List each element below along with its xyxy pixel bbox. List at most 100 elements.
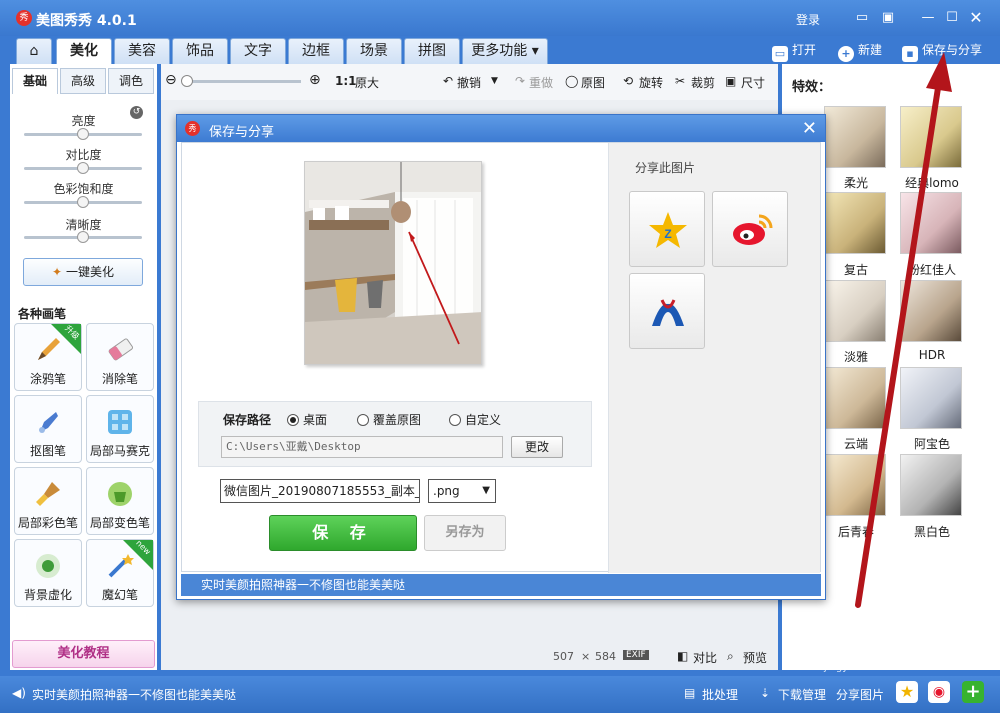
effect-thumb[interactable] — [900, 454, 962, 516]
effect-thumb[interactable] — [824, 106, 886, 168]
download-icon[interactable]: ⇣ — [760, 686, 770, 700]
cutout-brush-button[interactable]: 抠图笔 — [14, 395, 82, 463]
format-select[interactable]: .png ▼ — [428, 479, 496, 503]
effect-thumb[interactable] — [824, 454, 886, 516]
undo-dropdown-icon[interactable]: ▼ — [491, 76, 498, 86]
slider-knob[interactable] — [77, 196, 89, 208]
tab-scene[interactable]: 场景 — [346, 38, 402, 64]
effect-thumb[interactable] — [900, 106, 962, 168]
rotate-button[interactable]: 旋转 — [639, 74, 663, 91]
tab-more[interactable]: 更多功能 ▾ — [462, 38, 548, 64]
tab-beauty[interactable]: 美容 — [114, 38, 170, 64]
doodle-brush-button[interactable]: 涂鸦笔 升级 — [14, 323, 82, 391]
minimize-icon[interactable]: — — [920, 10, 936, 26]
effect-thumb[interactable] — [824, 192, 886, 254]
radio-desktop[interactable]: 桌面 — [287, 411, 327, 428]
home-icon[interactable]: ⌂ — [16, 38, 52, 64]
original-button[interactable]: 原图 — [581, 74, 605, 91]
subtab-basic[interactable]: 基础 — [12, 68, 58, 94]
dialog-close-icon[interactable]: ✕ — [802, 118, 817, 139]
crop-button[interactable]: 裁剪 — [691, 74, 715, 91]
batch-button[interactable]: 批处理 — [702, 686, 738, 703]
scissors-icon[interactable]: ✂ — [675, 74, 685, 88]
ratio-label[interactable]: 1:1 — [335, 74, 357, 88]
subtab-color[interactable]: 调色 — [108, 68, 154, 94]
tab-beautify[interactable]: 美化 — [56, 38, 112, 64]
redo-icon[interactable]: ↷ — [515, 74, 525, 88]
saturation-slider[interactable] — [24, 196, 142, 208]
bottom-tip[interactable]: 实时美颜拍照神器一不修图也能美美哒 — [32, 686, 236, 703]
change-path-button[interactable]: 更改 — [511, 436, 563, 458]
tab-collage[interactable]: 拼图 — [404, 38, 460, 64]
sharpness-slider[interactable] — [24, 231, 142, 243]
background-blur-button[interactable]: 背景虚化 — [14, 539, 82, 607]
radio-overwrite[interactable]: 覆盖原图 — [357, 411, 421, 428]
zoom-out-icon[interactable]: ⊖ — [165, 72, 177, 88]
original-icon[interactable]: ◯ — [565, 74, 578, 88]
mosaic-brush-button[interactable]: 局部马赛克 — [86, 395, 154, 463]
new-button[interactable]: + 新建 — [838, 40, 882, 62]
maximize-icon[interactable]: ☐ — [944, 10, 960, 26]
radio-circle[interactable] — [357, 414, 369, 426]
skin-icon[interactable]: ▣ — [880, 10, 896, 26]
compare-button[interactable]: 对比 — [693, 649, 717, 666]
original-size-button[interactable]: 原大 — [355, 74, 379, 91]
brightness-slider[interactable] — [24, 128, 142, 140]
effect-thumb[interactable] — [824, 280, 886, 342]
qzone-icon[interactable]: ★ — [896, 681, 918, 703]
effect-thumb[interactable] — [900, 280, 962, 342]
weibo-share-button[interactable] — [712, 191, 788, 267]
save-path-input[interactable]: C:\Users\亚戴\Desktop — [221, 436, 503, 458]
zoom-knob[interactable] — [181, 75, 193, 87]
tab-text[interactable]: 文字 — [230, 38, 286, 64]
eraser-brush-button[interactable]: 消除笔 — [86, 323, 154, 391]
radio-circle[interactable] — [449, 414, 461, 426]
radio-custom[interactable]: 自定义 — [449, 411, 501, 428]
save-as-button[interactable]: 另存为 — [424, 515, 506, 551]
left-panel: 基础 高级 调色 ↺ 亮度 对比度 色彩饱和度 清晰度 ✦ 一键美化 各种画笔 … — [10, 64, 157, 670]
slider-knob[interactable] — [77, 162, 89, 174]
radio-circle[interactable] — [287, 414, 299, 426]
subtab-advanced[interactable]: 高级 — [60, 68, 106, 94]
open-button[interactable]: ▭ 打开 — [772, 40, 816, 62]
tab-accessories[interactable]: 饰品 — [172, 38, 228, 64]
tab-frame[interactable]: 边框 — [288, 38, 344, 64]
download-button[interactable]: 下载管理 — [778, 686, 826, 703]
slider-knob[interactable] — [77, 128, 89, 140]
qzone-share-button[interactable]: Z — [629, 191, 705, 267]
batch-icon[interactable]: ▤ — [684, 686, 695, 700]
undo-button[interactable]: 撤销 — [457, 74, 481, 91]
zoom-slider[interactable] — [191, 80, 301, 83]
rotate-icon[interactable]: ⟲ — [623, 74, 633, 88]
zoom-in-icon[interactable]: ⊕ — [309, 72, 321, 88]
tutorial-button[interactable]: 美化教程 — [12, 640, 155, 668]
close-icon[interactable]: ✕ — [968, 10, 984, 26]
resize-button[interactable]: 尺寸 — [741, 74, 765, 91]
renren-share-button[interactable] — [629, 273, 705, 349]
login-link[interactable]: 登录 — [796, 11, 820, 28]
preview-icon[interactable]: ⌕ — [727, 649, 734, 664]
one-key-beautify-button[interactable]: ✦ 一键美化 — [23, 258, 143, 286]
color-change-brush-button[interactable]: 局部变色笔 — [86, 467, 154, 535]
slider-knob[interactable] — [77, 231, 89, 243]
filename-input[interactable]: 微信图片_20190807185553_副本_副 — [220, 479, 420, 503]
effect-thumb[interactable] — [824, 367, 886, 429]
local-color-brush-button[interactable]: 局部彩色笔 — [14, 467, 82, 535]
effect-thumb[interactable] — [900, 192, 962, 254]
message-icon[interactable]: ▭ — [854, 10, 870, 26]
preview-button[interactable]: 预览 — [743, 649, 767, 666]
effect-thumb[interactable] — [900, 367, 962, 429]
contrast-slider[interactable] — [24, 162, 142, 174]
save-button[interactable]: 保 存 — [269, 515, 417, 551]
weibo-icon[interactable]: ◉ — [928, 681, 950, 703]
magic-brush-button[interactable]: 魔幻笔 new — [86, 538, 154, 607]
add-share-icon[interactable]: + — [962, 681, 984, 703]
dialog-tip[interactable]: 实时美颜拍照神器一不修图也能美美哒 — [181, 574, 821, 596]
undo-icon[interactable]: ↶ — [443, 74, 453, 88]
save-share-button[interactable]: ▪ 保存与分享 — [902, 40, 982, 62]
saturation-label: 色彩饱和度 — [53, 182, 114, 196]
resize-icon[interactable]: ▣ — [725, 74, 736, 88]
exif-button[interactable]: EXIF — [623, 650, 649, 660]
redo-button[interactable]: 重做 — [529, 74, 553, 91]
compare-icon[interactable]: ◧ — [677, 649, 688, 663]
